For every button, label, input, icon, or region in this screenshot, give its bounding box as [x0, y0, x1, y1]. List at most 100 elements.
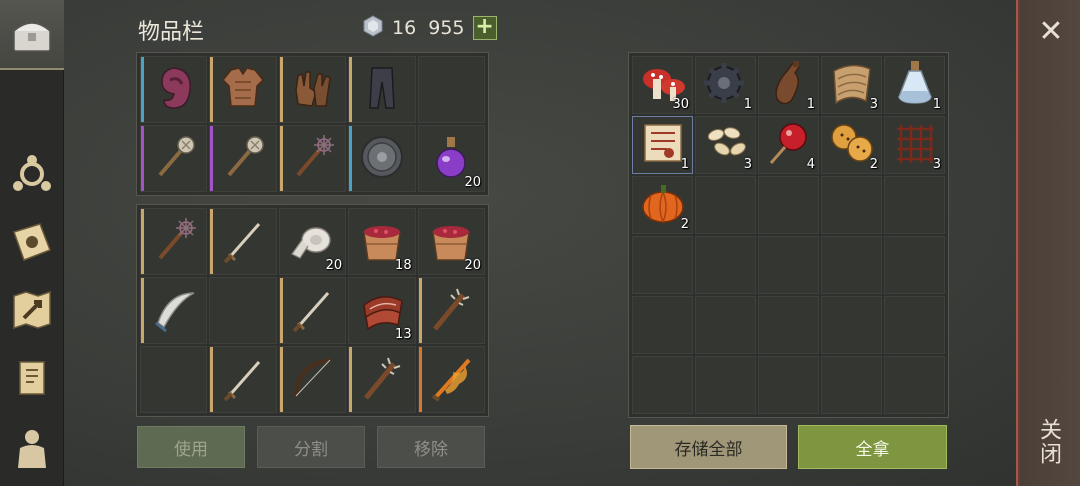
sidebar [0, 0, 64, 486]
storage-slot[interactable]: 3 [695, 116, 756, 174]
item-count: 2 [869, 157, 878, 172]
storage-slot[interactable] [695, 356, 756, 414]
backpack-slot[interactable] [348, 346, 416, 413]
equipment-slot[interactable] [140, 125, 208, 192]
item-count: 20 [464, 175, 481, 190]
backpack-slot[interactable]: 18 [348, 208, 416, 275]
storage-slot[interactable]: 2 [632, 176, 693, 234]
equipment-slot[interactable] [348, 56, 416, 123]
item-count: 1 [680, 157, 689, 172]
rarity-bar [210, 347, 214, 412]
close-icon[interactable]: ✕ [1036, 14, 1066, 50]
rarity-bar [141, 278, 144, 343]
shield-icon [356, 131, 408, 187]
equipment-grid: 20 [136, 52, 489, 196]
storage-slot[interactable] [884, 236, 945, 294]
equipment-slot[interactable] [140, 56, 208, 123]
fire-sword-icon [425, 352, 477, 408]
storage-slot[interactable]: 30 [632, 56, 693, 114]
backpack-slot[interactable]: 20 [278, 208, 347, 275]
equipment-slot[interactable]: 20 [417, 125, 485, 192]
sidebar-tab-inventory[interactable] [0, 0, 64, 70]
storage-slot[interactable] [758, 356, 819, 414]
backpack-slot[interactable] [209, 277, 277, 344]
storage-slot[interactable] [884, 296, 945, 354]
item-count: 3 [743, 157, 752, 172]
quest-scroll-icon[interactable] [8, 354, 56, 402]
rarity-bar [418, 347, 422, 412]
backpack-slot[interactable] [278, 277, 347, 344]
spiked-club-icon [425, 283, 477, 339]
split-button[interactable]: 分割 [257, 426, 365, 468]
sword-icon [217, 214, 269, 270]
item-count: 20 [464, 258, 481, 273]
backpack-slot[interactable] [140, 277, 208, 344]
item-count: 4 [806, 157, 815, 172]
rarity-bar [210, 126, 214, 191]
backpack-slot[interactable] [140, 346, 208, 413]
currency-value: 16 955 [392, 17, 465, 39]
chest-icon [8, 11, 56, 59]
storage-slot[interactable]: 1 [884, 56, 945, 114]
storage-slot[interactable] [821, 176, 882, 234]
equipment-slot[interactable] [278, 56, 347, 123]
rarity-bar [141, 126, 144, 191]
rarity-bar [210, 57, 214, 122]
storage-slot[interactable] [695, 296, 756, 354]
storage-slot[interactable]: 2 [821, 116, 882, 174]
use-button[interactable]: 使用 [137, 426, 245, 468]
storage-slot[interactable] [695, 236, 756, 294]
crafting-icon[interactable] [8, 150, 56, 198]
storage-slot[interactable] [758, 176, 819, 234]
storage-slot[interactable] [758, 296, 819, 354]
equipment-slot[interactable] [417, 56, 485, 123]
item-count: 18 [395, 258, 412, 273]
backpack-slot[interactable]: 13 [348, 277, 416, 344]
spiked-mace-icon [148, 214, 200, 270]
store-all-button[interactable]: 存储全部 [630, 425, 787, 469]
map-icon[interactable] [8, 286, 56, 334]
spiked-club-icon [356, 352, 408, 408]
remove-button[interactable]: 移除 [377, 426, 485, 468]
storage-slot[interactable]: 3 [884, 116, 945, 174]
backpack-slot[interactable] [278, 346, 347, 413]
storage-slot[interactable]: 1 [695, 56, 756, 114]
take-all-button[interactable]: 全拿 [798, 425, 947, 469]
backpack-slot[interactable] [209, 346, 277, 413]
item-count: 1 [932, 97, 941, 112]
equipment-slot[interactable] [348, 125, 416, 192]
equipment-slot[interactable] [209, 56, 277, 123]
storage-slot[interactable]: 3 [821, 56, 882, 114]
storage-slot[interactable]: 1 [758, 56, 819, 114]
add-currency-button[interactable]: + [472, 16, 497, 40]
storage-slot[interactable]: 1 [632, 116, 693, 174]
backpack-slot[interactable] [140, 208, 208, 275]
storage-slot[interactable]: 4 [758, 116, 819, 174]
skills-book-icon[interactable] [8, 218, 56, 266]
pants-icon [356, 62, 408, 118]
item-count: 1 [743, 97, 752, 112]
equipment-slot[interactable] [278, 125, 347, 192]
rarity-bar [279, 57, 283, 122]
storage-slot[interactable] [821, 236, 882, 294]
storage-slot[interactable] [758, 236, 819, 294]
rarity-bar [418, 278, 422, 343]
storage-slot[interactable] [821, 356, 882, 414]
item-count: 3 [869, 97, 878, 112]
storage-slot[interactable] [632, 296, 693, 354]
storage-slot[interactable] [695, 176, 756, 234]
hood-icon [148, 62, 200, 118]
storage-slot[interactable] [884, 356, 945, 414]
storage-slot[interactable] [632, 236, 693, 294]
storage-grid: 30 1 1 3 1 1 3 4 2 3 2 [628, 52, 949, 418]
backpack-slot[interactable] [417, 277, 485, 344]
equipment-slot[interactable] [209, 125, 277, 192]
storage-slot[interactable] [632, 356, 693, 414]
backpack-slot[interactable]: 20 [417, 208, 485, 275]
storage-slot[interactable] [821, 296, 882, 354]
storage-slot[interactable] [884, 176, 945, 234]
close-panel[interactable]: ✕ 关闭 [1016, 0, 1080, 486]
backpack-slot[interactable] [209, 208, 277, 275]
character-icon[interactable] [8, 424, 56, 472]
backpack-slot[interactable] [417, 346, 485, 413]
